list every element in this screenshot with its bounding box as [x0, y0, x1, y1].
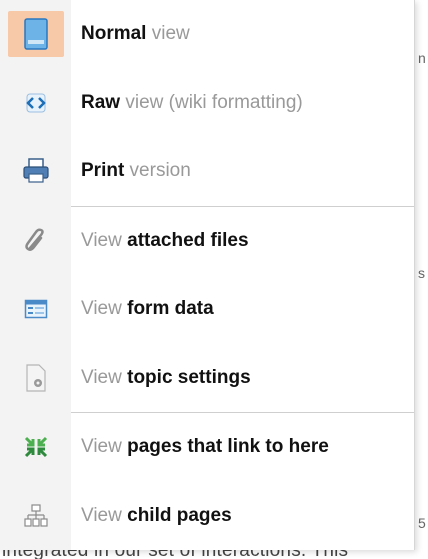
- menu-item-print[interactable]: Print version: [0, 137, 414, 206]
- label-prefix: View: [81, 229, 128, 251]
- menu-item-gutter: [0, 413, 71, 482]
- label-emphasis: Normal: [81, 23, 147, 45]
- menu-item-label: View form data: [71, 298, 214, 320]
- label-emphasis: child pages: [127, 504, 232, 526]
- menu-item-label: View topic settings: [71, 367, 251, 389]
- backlinks-icon: [16, 427, 56, 467]
- label-emphasis: pages that link to here: [127, 436, 329, 458]
- background-fragment: 5: [418, 515, 426, 531]
- hierarchy-icon: [16, 496, 56, 536]
- menu-item-normal[interactable]: Normal view: [0, 0, 414, 69]
- code-icon: [16, 83, 56, 123]
- background-fragment: n: [418, 50, 426, 66]
- menu-item-label: Print version: [71, 160, 191, 182]
- label-prefix: View: [81, 436, 128, 458]
- menu-item-label: Raw view (wiki formatting): [71, 92, 303, 114]
- menu-item-settings[interactable]: View topic settings: [0, 343, 414, 413]
- label-suffix: view (wiki formatting): [120, 91, 303, 113]
- menu-item-label: Normal view: [71, 23, 190, 45]
- printer-icon: [16, 151, 56, 191]
- paperclip-icon: [16, 221, 56, 261]
- menu-item-label: View child pages: [71, 505, 232, 527]
- label-emphasis: form data: [127, 298, 214, 320]
- page: integrated in our set of interactions. T…: [0, 0, 428, 559]
- menu-item-gutter: [0, 481, 71, 551]
- menu-item-attachments[interactable]: View attached files: [0, 206, 414, 276]
- menu-item-label: View attached files: [71, 230, 249, 252]
- menu-item-gutter: [0, 0, 71, 69]
- menu-item-gutter: [0, 68, 71, 138]
- label-suffix: version: [124, 160, 191, 182]
- background-fragment: s: [418, 265, 425, 281]
- label-emphasis: Print: [81, 160, 125, 182]
- label-prefix: View: [81, 298, 128, 320]
- menu-item-children[interactable]: View child pages: [0, 481, 414, 551]
- label-emphasis: topic settings: [127, 366, 251, 388]
- label-prefix: View: [81, 366, 128, 388]
- label-emphasis: Raw: [81, 91, 121, 113]
- menu-item-gutter: [0, 137, 71, 206]
- label-prefix: View: [81, 504, 128, 526]
- menu-item-form[interactable]: View form data: [0, 275, 414, 344]
- menu-item-label: View pages that link to here: [71, 436, 329, 458]
- menu-item-backlinks[interactable]: View pages that link to here: [0, 413, 414, 482]
- menu-item-gutter: [0, 206, 71, 276]
- view-options-menu: Normal view Raw view (wiki formatting) Pri…: [0, 0, 415, 551]
- menu-item-gutter: [0, 275, 71, 344]
- label-emphasis: attached files: [127, 229, 249, 251]
- form-icon: [16, 289, 56, 329]
- label-suffix: view: [146, 23, 190, 45]
- page-icon: [7, 11, 64, 58]
- settings-page-icon: [16, 358, 56, 398]
- menu-item-gutter: [0, 343, 71, 413]
- menu-item-raw[interactable]: Raw view (wiki formatting): [0, 68, 414, 138]
